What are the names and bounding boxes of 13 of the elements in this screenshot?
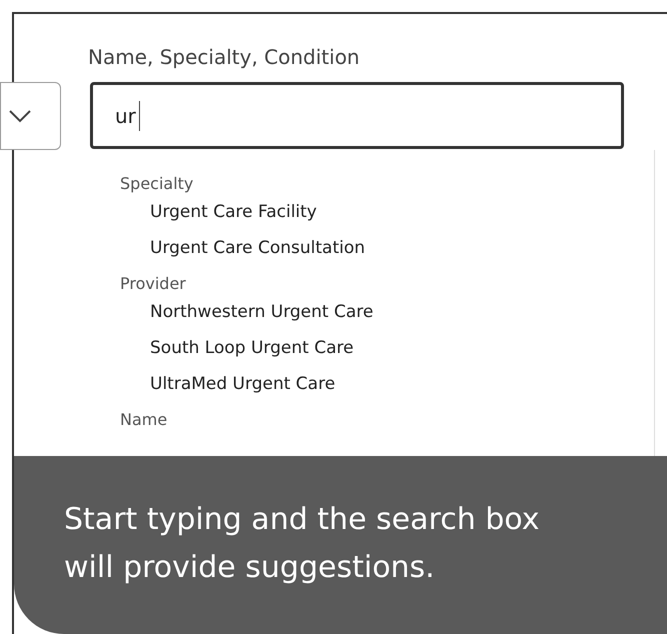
chevron-down-icon — [8, 109, 32, 123]
suggestion-item[interactable]: Urgent Care Consultation — [120, 236, 654, 260]
suggestion-item[interactable]: UltraMed Urgent Care — [120, 372, 654, 396]
field-label: Name, Specialty, Condition — [88, 44, 360, 71]
caption-text: Start typing and the search box will provide suggestions. — [64, 501, 540, 587]
search-field[interactable]: ur — [90, 82, 624, 149]
suggestion-item[interactable]: Northwestern Urgent Care — [120, 300, 654, 324]
suggestion-heading: Name — [120, 409, 168, 431]
suggestion-item[interactable]: South Loop Urgent Care — [120, 336, 654, 360]
search-value: ur — [115, 100, 140, 130]
suggestion-item[interactable]: Urgent Care Facility — [120, 200, 654, 224]
suggestion-heading: Provider — [120, 273, 187, 295]
suggestion-heading: Specialty — [120, 173, 194, 195]
